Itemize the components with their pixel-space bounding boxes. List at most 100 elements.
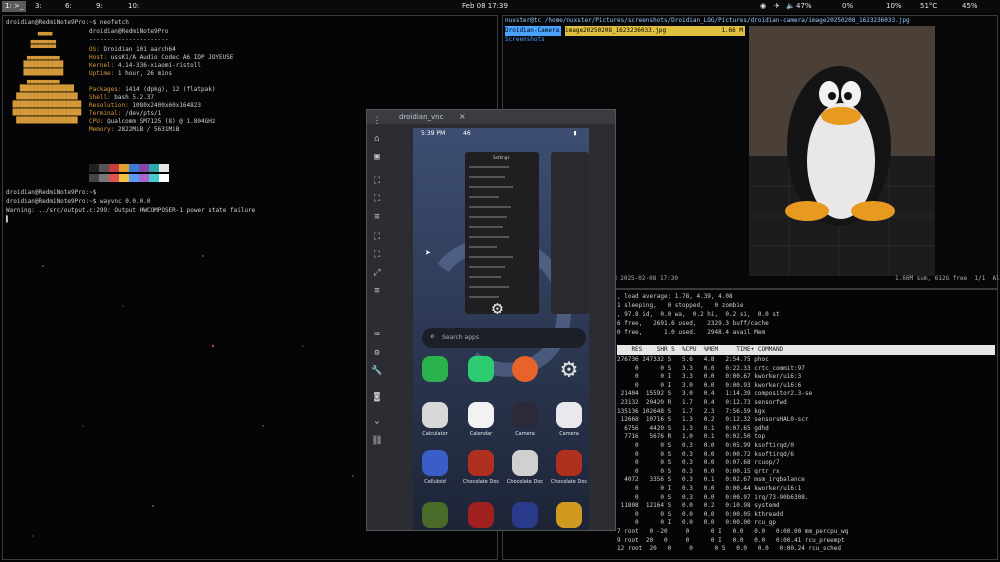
gear-icon[interactable]: ⚙ bbox=[371, 348, 383, 358]
neofetch-value: Droidian 101 aarch64 bbox=[99, 46, 176, 53]
ranger-file-size: 1.66 M bbox=[721, 27, 743, 34]
camera-icon[interactable]: ◙ bbox=[371, 392, 383, 402]
list-icon[interactable]: ≡ bbox=[371, 212, 383, 222]
neofetch-key: Kernel: bbox=[89, 62, 115, 69]
expand-icon[interactable]: ⤢ bbox=[371, 268, 383, 278]
app-icon-row3-1[interactable] bbox=[422, 502, 448, 528]
app-icon-row3-4[interactable] bbox=[556, 502, 582, 528]
zoom-fit-icon[interactable]: ⛶ bbox=[371, 232, 383, 242]
neofetch-key: CPU: bbox=[89, 118, 104, 125]
neofetch-key: Uptime: bbox=[89, 70, 115, 77]
telegram-icon[interactable]: ✈ bbox=[774, 1, 780, 12]
app-icon-camera[interactable] bbox=[512, 402, 538, 428]
clock[interactable]: Feb 08 17:39 bbox=[462, 1, 508, 12]
app-icon-row3-3[interactable] bbox=[512, 502, 538, 528]
app-icon-calculator[interactable] bbox=[422, 402, 448, 428]
chevron-down-icon[interactable]: ⌄ bbox=[371, 416, 383, 426]
app-label: Chocolate Doc bbox=[462, 479, 500, 485]
volume-value: 47% bbox=[796, 2, 812, 10]
search-icon: ⌕ bbox=[430, 332, 435, 341]
mouse-cursor: ➤ bbox=[425, 248, 432, 259]
neofetch-value: 1 hour, 26 mins bbox=[114, 70, 173, 77]
workspace-5[interactable]: 10: bbox=[125, 1, 142, 12]
recent-app-settings[interactable]: Settings bbox=[465, 152, 539, 314]
separator: ---------------------- bbox=[89, 36, 169, 43]
neofetch-value: 4.14-336-xiaomi-ristoll bbox=[114, 62, 201, 69]
phone-app-icon[interactable] bbox=[422, 356, 448, 382]
fullscreen-icon[interactable]: ⛶ bbox=[371, 194, 383, 204]
htop-column-header[interactable]: RES SHR S %CPU %MEM TIME+ COMMAND bbox=[617, 345, 995, 355]
workspace-2[interactable]: 3: bbox=[32, 1, 45, 12]
neofetch-value: ussK1/A Audio Codec A6 IDP JOYEUSE bbox=[107, 54, 234, 61]
neofetch-value: 1080x2400x60x164823 bbox=[128, 102, 201, 109]
image-preview bbox=[749, 26, 935, 276]
app-icon-chocolate-doc[interactable] bbox=[468, 450, 494, 476]
app-label: Camera bbox=[515, 431, 535, 437]
menu-dots-icon[interactable]: ⋮ bbox=[371, 116, 383, 126]
workspace-4[interactable]: 9: bbox=[93, 1, 106, 12]
link-icon[interactable]: ⛓ bbox=[371, 436, 383, 446]
htop-process-row[interactable]: 12 root 20 0 0 0 S 0.0 0.0 0:00.24 rcu_s… bbox=[617, 544, 995, 554]
neofetch-value: 2822MiB / 5631MiB bbox=[114, 126, 180, 133]
status-time: 5:39 PM bbox=[421, 130, 446, 137]
recent-app-terminal[interactable] bbox=[551, 152, 589, 314]
htop-summary-line: 0 free, 1.0 used. 2948.4 avail Mem bbox=[617, 329, 766, 336]
volume-icon[interactable]: 🔈 bbox=[786, 1, 795, 12]
ranger-file-selected[interactable]: image20250208_1623236033.jpg 1.66 M bbox=[565, 26, 745, 36]
home-icon[interactable]: ⌂ bbox=[371, 134, 383, 144]
settings-gear-icon[interactable]: ⚙ bbox=[492, 300, 503, 318]
mem-value: 10% bbox=[886, 2, 902, 10]
app-label: Chocolate Doc bbox=[506, 479, 544, 485]
warning-line: Warning: ../src/output.c:299: Output HWC… bbox=[6, 207, 256, 214]
battery-value: 45% bbox=[962, 2, 978, 10]
color-swatches bbox=[89, 164, 173, 184]
neofetch-key: Terminal: bbox=[89, 110, 122, 117]
neofetch-value: bash 5.2.37 bbox=[110, 94, 155, 101]
droidian-logo: ▄▄▄▄ ▄▄▄▄▄▄▄ ▀▀▀▀▀▀▀ ▄▄▄▄▄▄▄▄▄ █████████… bbox=[12, 29, 82, 124]
wrench-icon[interactable]: 🔧 bbox=[371, 366, 383, 376]
status-network: 46 bbox=[463, 130, 471, 137]
ranger-file-date: M 2025-02-08 17:30 bbox=[613, 275, 679, 282]
neofetch-value: Qualcomm SM7125 (8) @ 1.804GHz bbox=[103, 118, 216, 125]
vnc-title: droidian_vnc bbox=[399, 113, 444, 121]
firefox-icon[interactable] bbox=[512, 356, 538, 382]
app-icon-chocolate-doc[interactable] bbox=[512, 450, 538, 476]
search-placeholder: Search apps bbox=[442, 334, 479, 341]
keyboard-icon[interactable]: ⌨ bbox=[371, 330, 383, 340]
app-icon-row3-2[interactable] bbox=[468, 502, 494, 528]
cpu-value: 0% bbox=[842, 2, 854, 10]
app-icon-celluloid[interactable] bbox=[422, 450, 448, 476]
zoom-out-icon[interactable]: ⛶ bbox=[371, 250, 383, 260]
neofetch-row: Memory: 2822MiB / 5631MiB bbox=[89, 125, 179, 135]
search-apps-field[interactable]: ⌕ Search apps bbox=[422, 328, 586, 348]
neofetch-key: OS: bbox=[89, 46, 100, 53]
app-label: Camera bbox=[559, 431, 579, 437]
app-icon-camera[interactable] bbox=[556, 402, 582, 428]
tux-penguin-image bbox=[749, 26, 935, 276]
chat-app-icon[interactable] bbox=[468, 356, 494, 382]
chrome-icon[interactable]: ◉ bbox=[760, 1, 766, 12]
workspace-1[interactable]: 1: >_ bbox=[2, 1, 27, 12]
ranger-path: nuxster@tc /home/nuxster/Pictures/screen… bbox=[505, 17, 910, 24]
vnc-titlebar: droidian_vnc × bbox=[367, 110, 615, 124]
vnc-phone-window[interactable]: droidian_vnc × ⋮ ⌂ ▣ ⛶ ⛶ ≡ ⛶ ⛶ ⤢ ≡ ⌨ ⚙ 🔧… bbox=[366, 109, 616, 531]
ranger-footer-info: 1.66M sum, 612G free 1/1 All bbox=[895, 275, 1000, 282]
neofetch-key: Resolution: bbox=[89, 102, 129, 109]
ranger-dir-screenshots[interactable]: Screenshots bbox=[505, 35, 545, 45]
app-label: Celluloid bbox=[424, 479, 446, 485]
hamburger-icon[interactable]: ≡ bbox=[371, 286, 383, 296]
neofetch-row: Uptime: 1 hour, 26 mins bbox=[89, 69, 172, 79]
app-icon-chocolate-doc[interactable] bbox=[556, 450, 582, 476]
neofetch-key: Shell: bbox=[89, 94, 111, 101]
app-icon-calendar[interactable] bbox=[468, 402, 494, 428]
terminal-cursor: ▌ bbox=[6, 216, 10, 223]
neofetch-key: Host: bbox=[89, 54, 108, 61]
settings-app-icon[interactable]: ⚙ bbox=[556, 356, 582, 382]
workspace-3[interactable]: 6: bbox=[62, 1, 75, 12]
fit-icon[interactable]: ⛶ bbox=[371, 176, 383, 186]
phone-screen[interactable]: 5:39 PM 46 ▮ Settings ⚙ ⌕ Search apps ⚙ … bbox=[413, 128, 589, 530]
neofetch-key: Packages: bbox=[89, 86, 122, 93]
close-icon[interactable]: × bbox=[459, 112, 466, 121]
screen-icon[interactable]: ▣ bbox=[371, 152, 383, 162]
app-label: Calendar bbox=[469, 431, 493, 437]
